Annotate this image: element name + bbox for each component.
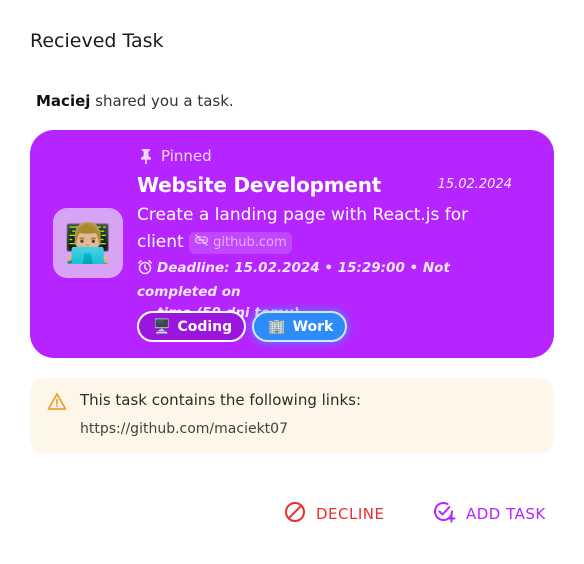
task-title: Website Development [137,173,382,197]
alarm-clock-icon [137,259,153,282]
category-label: Coding [177,318,233,335]
decline-label: DECLINE [316,505,385,523]
category-chip-coding[interactable]: 🖥️ Coding [137,311,247,342]
add-task-icon [432,500,456,528]
task-description-text: Create a landing page with React.js for … [137,205,469,252]
link-chip[interactable]: github.com [189,232,292,254]
deadline-line1: Deadline: 15.02.2024 • 15:29:00 • Not co… [137,260,450,300]
task-card: 👨🏼‍💻 Pinned Website Development 15.02.20… [30,130,554,358]
category-label: Work [292,318,334,335]
task-description: Create a landing page with React.js for … [137,202,507,256]
link-off-icon [194,232,209,254]
links-notice: This task contains the following links: … [30,378,554,453]
category-chip-work[interactable]: 🏢 Work [252,311,348,342]
task-emoji-glyph: 👨🏼‍💻 [64,221,112,265]
push-pin-icon [139,148,153,164]
link-chip-label: github.com [213,235,287,250]
notice-text: This task contains the following links: [80,391,362,409]
category-chips: 🖥️ Coding 🏢 Work [137,311,348,342]
warning-icon [47,392,67,415]
decline-button[interactable]: DECLINE [284,500,384,528]
dialog-title: Recieved Task [30,30,164,52]
block-icon [284,501,306,527]
task-date: 15.02.2024 [437,177,512,192]
add-task-button[interactable]: ADD TASK [432,500,546,528]
category-emoji: 🖥️ [153,318,171,335]
task-emoji: 👨🏼‍💻 [53,208,123,278]
shared-message: Maciej shared you a task. [36,92,234,110]
shared-suffix: shared you a task. [90,92,234,110]
category-emoji: 🏢 [268,318,286,335]
sender-name: Maciej [36,92,91,110]
pinned-indicator: Pinned [139,147,212,165]
notice-link[interactable]: https://github.com/maciekt07 [80,421,288,437]
add-task-label: ADD TASK [466,505,546,523]
pinned-label: Pinned [161,147,212,165]
